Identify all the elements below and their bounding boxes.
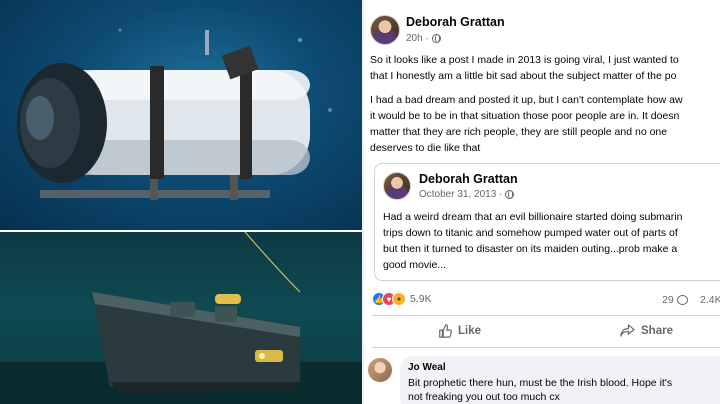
post-body-line-5: matter that they are rich people, they a…: [370, 126, 668, 138]
comment-icon: [676, 295, 688, 305]
facebook-post: Deborah Grattan 20h · So it looks like a…: [364, 0, 720, 404]
post-body-line-2: that I honestly am a little bit sad abou…: [370, 70, 677, 82]
shared-body-line-4: good movie...: [383, 259, 447, 271]
post-meta: 20h ·: [406, 33, 441, 44]
wow-reaction-icon: ●: [392, 292, 406, 306]
post-body-line-3: I had a bad dream and posted it up, but …: [370, 94, 683, 106]
wreck-render-image: [0, 232, 362, 404]
reactions-summary[interactable]: 👍 ♥ ● 5.9K: [372, 292, 432, 306]
globe-icon: [431, 34, 441, 43]
shared-author-avatar[interactable]: [383, 172, 411, 200]
author-avatar[interactable]: [370, 15, 400, 45]
shared-body-line-3: but then it turned to disaster on its ma…: [383, 243, 678, 255]
share-label: Share: [641, 324, 673, 337]
like-button[interactable]: Like: [438, 324, 481, 338]
like-label: Like: [458, 325, 482, 337]
post-time[interactable]: 20h ·: [406, 33, 429, 44]
comment-bubble: Jo Weal Bit prophetic there hun, must be…: [400, 356, 720, 404]
shares-count-link[interactable]: 2.4K: [700, 294, 720, 306]
comments-count-link[interactable]: 29: [662, 294, 688, 306]
shared-body-line-1: Had a weird dream that an evil billionai…: [383, 211, 683, 223]
comments-count: 29: [662, 294, 674, 306]
divider-bottom: [372, 347, 720, 348]
post-body-line-6: deserves to die like that: [370, 142, 481, 154]
post-body-line-4: it would be to be in that situation thos…: [370, 110, 680, 122]
shared-post-time[interactable]: October 31, 2013 ·: [419, 189, 502, 200]
submersible-photo: [0, 0, 362, 230]
shared-post-meta: October 31, 2013 ·: [419, 189, 515, 200]
reactions-count: 5.9K: [410, 293, 432, 305]
shares-count: 2.4K: [700, 294, 720, 306]
shared-post-card[interactable]: Deborah Grattan October 31, 2013 · Had a…: [374, 163, 720, 281]
shared-post-author[interactable]: Deborah Grattan: [419, 172, 518, 186]
post-body-line-1: So it looks like a post I made in 2013 i…: [370, 54, 679, 66]
shared-body-line-2: trips down to titanic and somehow pumped…: [383, 227, 678, 239]
globe-icon: [505, 190, 515, 199]
post-author[interactable]: Deborah Grattan: [406, 15, 505, 29]
divider-top: [372, 315, 720, 316]
thumb-up-icon: [438, 324, 452, 338]
comment-line-2: not freaking you out too much cx: [408, 391, 560, 403]
share-button[interactable]: Share: [620, 324, 673, 337]
commenter-avatar[interactable]: [368, 358, 392, 382]
comment-author[interactable]: Jo Weal: [408, 362, 446, 373]
share-icon: [620, 324, 635, 337]
comment-line-1: Bit prophetic there hun, must be the Iri…: [408, 377, 673, 389]
